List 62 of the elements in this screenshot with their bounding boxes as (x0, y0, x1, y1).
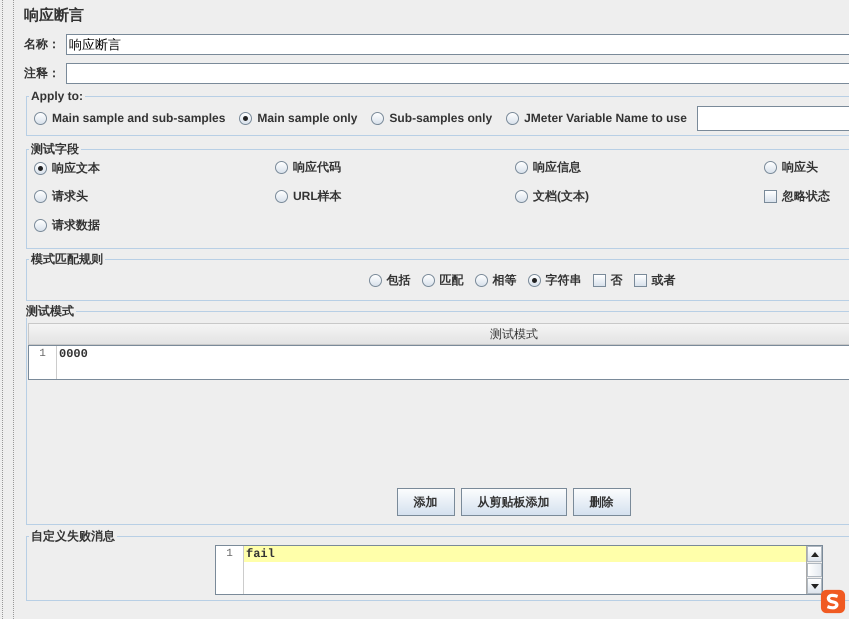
radio-button[interactable] (34, 112, 47, 125)
action-button[interactable]: 添加 (396, 488, 454, 516)
radio-button[interactable] (515, 161, 528, 174)
checkbox[interactable] (634, 274, 646, 287)
group-title: 自定义失败消息 (30, 529, 116, 543)
group-title: 测试字段 (30, 142, 80, 156)
group-title: 模式匹配规则 (30, 252, 104, 266)
name-field[interactable]: 响应断言 (66, 34, 849, 55)
option-label: URL样本 (293, 189, 342, 204)
group-title: Apply to: (30, 89, 84, 103)
radio-button[interactable] (275, 190, 288, 203)
pattern-text: 0000 (58, 346, 88, 362)
option-label: Main sample only (257, 111, 358, 126)
action-button[interactable]: 从剪贴板添加 (460, 488, 566, 516)
option-label: 请求头 (52, 189, 88, 204)
up-arrow-icon (810, 552, 818, 556)
scroll-down-button[interactable] (807, 578, 822, 594)
option-label: 忽略状态 (782, 189, 830, 204)
checkbox[interactable] (764, 190, 777, 203)
scroll-up-button[interactable] (807, 546, 822, 562)
variable-name-field[interactable] (696, 106, 849, 131)
column-header: 测试模式 (28, 323, 849, 345)
option-label: 文档(文本) (533, 189, 589, 204)
message-field[interactable]: 1 fail (215, 545, 823, 595)
checkbox[interactable] (592, 274, 606, 287)
field-label: 注释： (24, 66, 61, 81)
down-arrow-icon (810, 584, 818, 588)
radio-button[interactable] (34, 162, 47, 175)
line-number: 1 (226, 547, 233, 562)
radio-button[interactable] (528, 274, 540, 287)
action-button[interactable]: 删除 (572, 488, 630, 516)
panel-title: 响应断言 (24, 6, 85, 26)
option-label: 请求数据 (52, 218, 100, 233)
radio-button[interactable] (474, 274, 488, 287)
line-number: 1 (39, 347, 46, 362)
radio-button[interactable] (506, 112, 520, 125)
option-label: 否 (610, 273, 622, 288)
radio-button[interactable] (34, 219, 47, 232)
message-text: fail (245, 546, 275, 562)
option-label: Sub-samples only (389, 111, 492, 126)
option-label: Main sample and sub-samples (52, 111, 226, 126)
radio-button[interactable] (764, 161, 777, 174)
radio-button[interactable] (34, 190, 47, 203)
option-label: 字符串 (546, 273, 582, 288)
group-title: 测试模式 (25, 304, 75, 318)
option-label: JMeter Variable Name to use (524, 111, 687, 126)
radio-button[interactable] (371, 112, 384, 125)
radio-button[interactable] (368, 274, 382, 287)
radio-button[interactable] (515, 190, 528, 203)
scrollbar-thumb[interactable] (807, 563, 822, 577)
field-label: 名称： (24, 37, 61, 52)
option-label: 响应文本 (52, 161, 100, 176)
radio-button[interactable] (275, 161, 288, 174)
option-label: 响应信息 (533, 160, 581, 175)
option-label: 响应代码 (293, 160, 341, 175)
option-label: 匹配 (440, 273, 464, 288)
option-label: 响应头 (782, 160, 818, 175)
radio-button[interactable] (422, 274, 434, 287)
option-label: 包括 (386, 273, 410, 288)
radio-button[interactable] (239, 112, 252, 125)
option-label: 或者 (652, 273, 676, 288)
option-label: 相等 (492, 273, 516, 288)
